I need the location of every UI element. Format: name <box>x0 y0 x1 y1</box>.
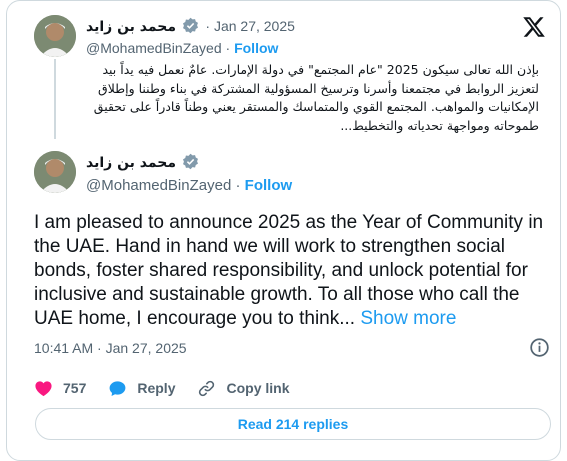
copy-link-button[interactable]: Copy link <box>197 379 290 398</box>
separator-dot: · <box>231 177 245 194</box>
quoted-post-header: محمد بن زايد · Jan 27, 2025 <box>86 17 295 36</box>
follow-button[interactable]: Follow <box>234 40 278 56</box>
main-post-header: محمد بن زايد <box>86 153 201 172</box>
verified-badge-icon <box>183 17 199 34</box>
follow-button[interactable]: Follow <box>245 177 293 194</box>
copy-link-label: Copy link <box>226 380 290 396</box>
post-timestamp[interactable]: 10:41 AM · Jan 27, 2025 <box>34 340 187 356</box>
reply-button[interactable]: Reply <box>108 379 175 398</box>
reply-label: Reply <box>137 380 176 396</box>
avatar-image <box>34 15 76 57</box>
read-replies-button[interactable]: Read 214 replies <box>35 408 551 440</box>
verified-badge-icon <box>183 153 199 170</box>
thread-line <box>54 59 56 139</box>
quoted-handle-row: @MohamedBinZayed · Follow <box>86 40 278 56</box>
main-handle-row: @MohamedBinZayed · Follow <box>86 177 292 194</box>
main-post-text: I am pleased to announce 2025 as the Yea… <box>34 211 546 331</box>
author-handle[interactable]: @MohamedBinZayed <box>86 177 231 194</box>
reply-bubble-icon <box>109 380 126 396</box>
quoted-post-text[interactable]: بإذن الله تعالى سيكون 2025 "عام المجتمع"… <box>77 61 539 135</box>
author-name[interactable]: محمد بن زايد <box>86 19 176 35</box>
read-replies-label: Read 214 replies <box>237 416 349 432</box>
post-body: I am pleased to announce 2025 as the Yea… <box>34 212 544 329</box>
avatar[interactable] <box>34 15 76 57</box>
heart-icon <box>35 380 52 396</box>
like-count: 757 <box>63 380 87 396</box>
show-more-link[interactable]: Show more <box>360 308 456 329</box>
author-name[interactable]: محمد بن زايد <box>86 155 176 171</box>
author-handle[interactable]: @MohamedBinZayed <box>86 40 222 56</box>
like-button[interactable]: 757 <box>34 379 86 398</box>
action-bar: 757 Reply Copy link <box>34 378 312 398</box>
post-date[interactable]: · Jan 27, 2025 <box>205 18 295 34</box>
x-logo-icon[interactable] <box>522 15 546 39</box>
info-icon[interactable] <box>529 337 550 358</box>
avatar[interactable] <box>34 151 76 193</box>
link-icon <box>199 380 215 396</box>
embedded-post-card: محمد بن زايد · Jan 27, 2025 @MohamedBinZ… <box>6 0 561 461</box>
avatar-image <box>34 151 76 193</box>
separator-dot: · <box>221 40 235 56</box>
